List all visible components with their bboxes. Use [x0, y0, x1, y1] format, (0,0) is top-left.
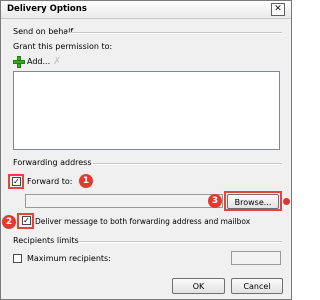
max-recipients-checkbox[interactable]: [13, 254, 22, 263]
recipients-limits-header: Recipients limits: [13, 236, 79, 245]
close-icon: ✕: [274, 4, 282, 14]
check-icon: ✓: [23, 216, 30, 225]
error-dot-icon: [283, 198, 290, 205]
title-bar: Delivery Options ✕: [1, 1, 291, 19]
grant-permission-label: Grant this permission to:: [13, 42, 113, 51]
forwarding-divider: [93, 163, 282, 165]
cancel-button[interactable]: Cancel: [231, 278, 283, 294]
forwarding-address-header: Forwarding address: [13, 158, 92, 167]
recipients-limits-divider: [79, 241, 282, 243]
close-button[interactable]: ✕: [271, 3, 285, 16]
delivery-options-dialog: Delivery Options ✕ Send on behalf Grant …: [0, 0, 292, 300]
plus-icon: [13, 56, 25, 68]
forward-to-label: Forward to:: [27, 177, 73, 186]
max-recipients-field[interactable]: [231, 251, 281, 265]
step-3-badge: 3: [208, 194, 222, 208]
permission-list[interactable]: [13, 71, 280, 150]
ok-button[interactable]: OK: [172, 278, 225, 294]
send-on-behalf-divider: [67, 32, 282, 34]
deliver-both-checkbox[interactable]: ✓: [22, 216, 31, 225]
step-1-badge: 1: [79, 174, 93, 188]
window-title: Delivery Options: [7, 4, 87, 14]
add-label: Add...: [27, 57, 51, 66]
remove-icon[interactable]: ✗: [53, 56, 63, 68]
max-recipients-label: Maximum recipients:: [27, 254, 111, 263]
deliver-both-label: Deliver message to both forwarding addre…: [35, 217, 251, 226]
browse-button[interactable]: Browse...: [227, 194, 279, 209]
check-icon: ✓: [13, 177, 20, 186]
step-2-badge: 2: [2, 215, 16, 229]
forward-to-field[interactable]: [25, 194, 223, 208]
forward-to-checkbox[interactable]: ✓: [12, 177, 21, 186]
send-on-behalf-header: Send on behalf: [13, 27, 74, 36]
